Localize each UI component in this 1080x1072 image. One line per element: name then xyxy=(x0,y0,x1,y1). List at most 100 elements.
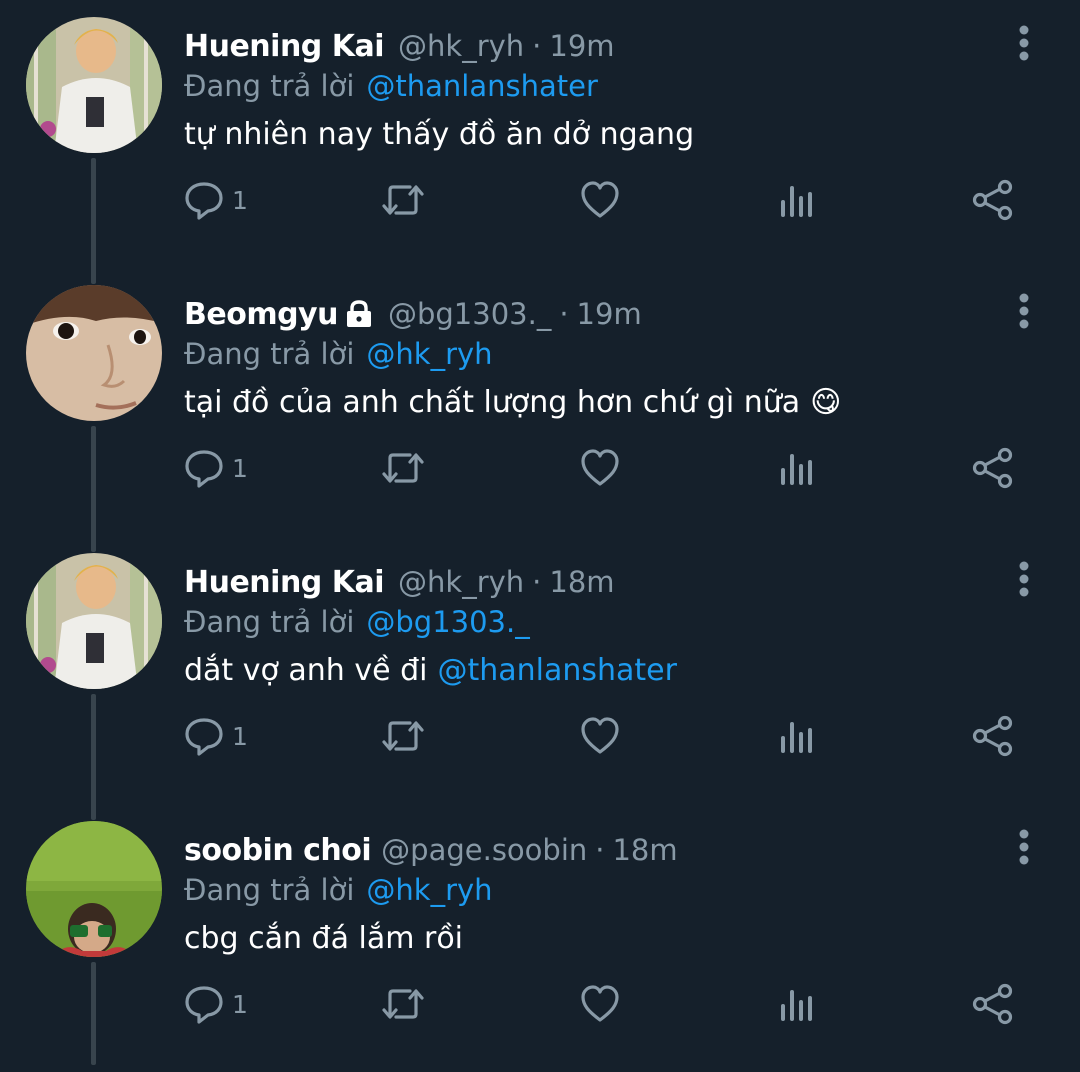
analytics-button[interactable] xyxy=(778,712,814,760)
tweet-text: dắt vợ anh về đi @thanlanshater xyxy=(184,644,677,696)
reply-prefix: Đang trả lời xyxy=(184,69,355,103)
avatar[interactable] xyxy=(26,821,162,957)
reply-icon xyxy=(185,718,223,756)
analytics-button[interactable] xyxy=(778,176,814,224)
tweet-actions: 1 xyxy=(184,176,1044,224)
yum-emoji-icon: 😋 xyxy=(810,384,842,420)
timestamp[interactable]: 19m xyxy=(577,297,642,331)
reply-icon xyxy=(185,182,223,220)
replying-to: Đang trả lời @thanlanshater xyxy=(184,64,598,108)
separator-dot: · xyxy=(532,29,542,63)
tweet[interactable]: soobin choi @page.soobin · 18m Đang trả … xyxy=(0,804,1080,1072)
user-handle[interactable]: @page.soobin xyxy=(381,833,587,867)
retweet-button[interactable] xyxy=(380,712,426,760)
more-options-button[interactable] xyxy=(1004,826,1044,868)
share-icon xyxy=(972,179,1013,221)
timestamp[interactable]: 18m xyxy=(549,565,614,599)
analytics-button[interactable] xyxy=(778,980,814,1028)
more-vertical-icon xyxy=(1019,829,1029,865)
reply-count: 1 xyxy=(232,721,248,751)
timestamp[interactable]: 19m xyxy=(549,29,614,63)
reply-icon xyxy=(185,986,223,1024)
analytics-icon xyxy=(781,454,812,485)
tweet-body: tại đồ của anh chất lượng hơn chứ gì nữa xyxy=(184,384,801,420)
heart-icon xyxy=(581,181,619,218)
display-name[interactable]: Huening Kai xyxy=(184,29,385,64)
like-button[interactable] xyxy=(580,176,620,224)
tweet-text: tự nhiên nay thấy đồ ăn dở ngang xyxy=(184,108,694,160)
retweet-icon xyxy=(382,185,424,215)
lock-icon xyxy=(344,299,374,329)
reply-button[interactable]: 1 xyxy=(184,176,248,224)
user-handle[interactable]: @hk_ryh xyxy=(398,29,524,63)
more-vertical-icon xyxy=(1019,25,1029,61)
share-button[interactable] xyxy=(972,444,1014,492)
replying-to: Đang trả lời @hk_ryh xyxy=(184,868,493,912)
heart-icon xyxy=(581,985,619,1022)
reply-to-handle[interactable]: @bg1303._ xyxy=(366,605,529,639)
tweet-body: tự nhiên nay thấy đồ ăn dở ngang xyxy=(184,116,695,152)
analytics-icon xyxy=(781,722,812,753)
separator-dot: · xyxy=(532,565,542,599)
separator-dot: · xyxy=(595,833,605,867)
timestamp[interactable]: 18m xyxy=(612,833,677,867)
heart-icon xyxy=(581,717,619,754)
avatar[interactable] xyxy=(26,285,162,421)
display-name[interactable]: soobin choi xyxy=(184,833,372,868)
like-button[interactable] xyxy=(580,444,620,492)
tweet-actions: 1 xyxy=(184,712,1044,760)
tweet[interactable]: Huening Kai @hk_ryh · 18m Đang trả lời @… xyxy=(0,536,1080,804)
analytics-button[interactable] xyxy=(778,444,814,492)
reply-count: 1 xyxy=(232,453,248,483)
share-button[interactable] xyxy=(972,712,1014,760)
separator-dot: · xyxy=(559,297,569,331)
retweet-icon xyxy=(382,721,424,751)
reply-icon xyxy=(185,450,223,488)
heart-icon xyxy=(581,449,619,486)
retweet-icon xyxy=(382,989,424,1019)
share-icon xyxy=(972,983,1013,1025)
display-name[interactable]: Beomgyu xyxy=(184,297,338,332)
share-button[interactable] xyxy=(972,980,1014,1028)
more-options-button[interactable] xyxy=(1004,22,1044,64)
share-button[interactable] xyxy=(972,176,1014,224)
reply-button[interactable]: 1 xyxy=(184,980,248,1028)
reply-button[interactable]: 1 xyxy=(184,712,248,760)
retweet-icon xyxy=(382,453,424,483)
like-button[interactable] xyxy=(580,980,620,1028)
reply-count: 1 xyxy=(232,185,248,215)
retweet-button[interactable] xyxy=(380,980,426,1028)
more-vertical-icon xyxy=(1019,561,1029,597)
reply-count: 1 xyxy=(232,989,248,1019)
reply-prefix: Đang trả lời xyxy=(184,337,355,371)
user-handle[interactable]: @hk_ryh xyxy=(398,565,524,599)
mention-link[interactable]: @thanlanshater xyxy=(437,653,677,688)
analytics-icon xyxy=(781,990,812,1021)
reply-button[interactable]: 1 xyxy=(184,444,248,492)
tweet[interactable]: Beomgyu @bg1303._ · 19m Đang trả lời @hk… xyxy=(0,268,1080,536)
like-button[interactable] xyxy=(580,712,620,760)
replying-to: Đang trả lời @hk_ryh xyxy=(184,332,493,376)
share-icon xyxy=(972,715,1013,757)
reply-to-handle[interactable]: @thanlanshater xyxy=(366,69,598,103)
retweet-button[interactable] xyxy=(380,444,426,492)
retweet-button[interactable] xyxy=(380,176,426,224)
more-options-button[interactable] xyxy=(1004,290,1044,332)
tweet-text: tại đồ của anh chất lượng hơn chứ gì nữa… xyxy=(184,376,841,428)
reply-prefix: Đang trả lời xyxy=(184,873,355,907)
more-vertical-icon xyxy=(1019,293,1029,329)
replying-to: Đang trả lời @bg1303._ xyxy=(184,600,530,644)
tweet-body: dắt vợ anh về đi xyxy=(184,652,428,688)
analytics-icon xyxy=(781,186,812,217)
tweet[interactable]: Huening Kai @hk_ryh · 19m Đang trả lời @… xyxy=(0,0,1080,268)
reply-prefix: Đang trả lời xyxy=(184,605,355,639)
avatar[interactable] xyxy=(26,553,162,689)
more-options-button[interactable] xyxy=(1004,558,1044,600)
tweet-actions: 1 xyxy=(184,980,1044,1028)
reply-to-handle[interactable]: @hk_ryh xyxy=(366,337,492,371)
display-name[interactable]: Huening Kai xyxy=(184,565,385,600)
avatar[interactable] xyxy=(26,17,162,153)
reply-to-handle[interactable]: @hk_ryh xyxy=(366,873,492,907)
tweet-actions: 1 xyxy=(184,444,1044,492)
user-handle[interactable]: @bg1303._ xyxy=(388,297,551,331)
